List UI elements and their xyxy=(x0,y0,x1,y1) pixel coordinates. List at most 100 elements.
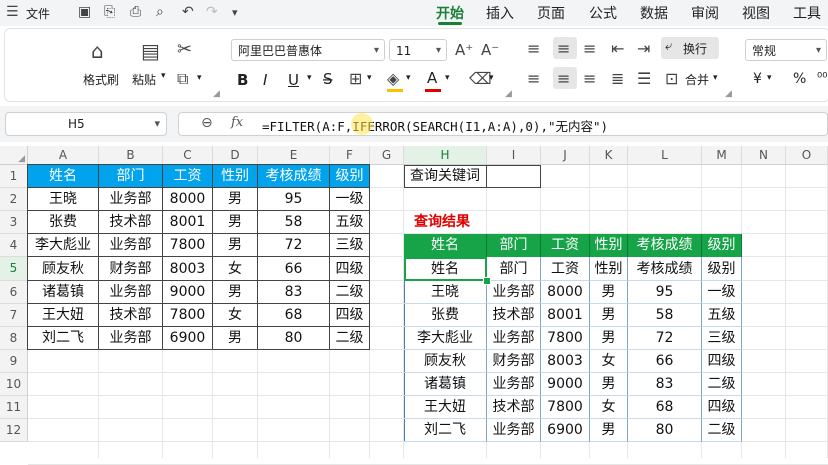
thousands-separator-button[interactable]: ⁰⁰ xyxy=(817,71,827,86)
result-cell[interactable]: 业务部 xyxy=(487,373,541,396)
row-header-5[interactable]: 5 xyxy=(0,257,28,281)
row-header-10[interactable]: 10 xyxy=(0,373,28,396)
result-header-cell[interactable]: 考核成绩 xyxy=(628,234,702,257)
row-header-8[interactable]: 8 xyxy=(0,327,28,350)
export-pdf-icon[interactable]: ⎘ xyxy=(104,4,115,20)
result-cell[interactable]: 95 xyxy=(628,281,702,304)
result-cell[interactable]: 83 xyxy=(628,373,702,396)
result-cell[interactable]: 四级 xyxy=(702,350,742,373)
menu-tab-2[interactable]: 页面 xyxy=(537,3,565,23)
menu-icon[interactable]: ☰ xyxy=(6,4,19,20)
source-header-cell[interactable]: 姓名 xyxy=(28,165,99,188)
print-icon[interactable]: ⎙ xyxy=(130,4,141,20)
source-cell[interactable]: 6900 xyxy=(163,327,213,350)
source-cell[interactable]: 五级 xyxy=(330,211,370,234)
result-cell[interactable]: 王大妞 xyxy=(404,396,487,419)
paste-button[interactable]: 粘贴 xyxy=(132,71,156,88)
result-cell[interactable]: 72 xyxy=(628,327,702,350)
align-center-icon[interactable]: ≡ xyxy=(557,69,570,88)
result-cell[interactable]: 四级 xyxy=(702,396,742,419)
column-header-N[interactable]: N xyxy=(742,146,786,165)
source-cell[interactable]: 女 xyxy=(213,257,258,281)
format-painter-button[interactable]: 格式刷 xyxy=(83,71,119,88)
column-header-M[interactable]: M xyxy=(702,146,742,165)
currency-button[interactable]: ¥ xyxy=(753,71,762,87)
source-cell[interactable]: 9000 xyxy=(163,281,213,304)
decrease-indent-icon[interactable]: ⇤ xyxy=(611,39,624,58)
result-cell[interactable]: 8000 xyxy=(541,281,590,304)
currency-dropdown-icon[interactable]: ▾ xyxy=(767,73,772,83)
result-cell[interactable]: 68 xyxy=(628,396,702,419)
result-cell[interactable]: 二级 xyxy=(702,373,742,396)
menu-tab-1[interactable]: 插入 xyxy=(486,3,514,23)
source-cell[interactable]: 男 xyxy=(213,281,258,304)
row-header-2[interactable]: 2 xyxy=(0,188,28,211)
result-cell[interactable]: 男 xyxy=(590,373,628,396)
borders-icon[interactable]: ⊞ xyxy=(349,69,362,88)
result-cell[interactable]: 级别 xyxy=(702,257,742,281)
fill-color-dropdown-icon[interactable]: ▾ xyxy=(406,73,411,83)
row-header-7[interactable]: 7 xyxy=(0,304,28,327)
row-header-9[interactable]: 9 xyxy=(0,350,28,373)
copy-icon[interactable]: ⧉ xyxy=(177,69,188,89)
result-cell[interactable]: 部门 xyxy=(487,257,541,281)
source-cell[interactable]: 业务部 xyxy=(99,327,163,350)
row-header-11[interactable]: 11 xyxy=(0,396,28,419)
bold-button[interactable]: B xyxy=(237,71,248,89)
source-cell[interactable]: 8000 xyxy=(163,188,213,211)
result-cell[interactable]: 性别 xyxy=(590,257,628,281)
redo-icon[interactable]: ↷ xyxy=(206,4,218,20)
result-cell[interactable]: 9000 xyxy=(541,373,590,396)
source-cell[interactable]: 业务部 xyxy=(99,281,163,304)
source-header-cell[interactable]: 级别 xyxy=(330,165,370,188)
align-middle-icon[interactable]: ≡ xyxy=(557,39,570,58)
result-cell[interactable]: 张费 xyxy=(404,304,487,327)
column-header-F[interactable]: F xyxy=(330,146,370,165)
source-cell[interactable]: 8001 xyxy=(163,211,213,234)
source-cell[interactable]: 58 xyxy=(258,211,330,234)
font-size-select[interactable]: 11 ▾ xyxy=(389,39,447,61)
source-cell[interactable]: 顾友秋 xyxy=(28,257,99,281)
result-header-cell[interactable]: 性别 xyxy=(590,234,628,257)
result-cell[interactable]: 三级 xyxy=(702,327,742,350)
result-cell[interactable]: 6900 xyxy=(541,419,590,442)
increase-indent-icon[interactable]: ⇥ xyxy=(637,39,650,58)
result-cell[interactable]: 58 xyxy=(628,304,702,327)
row-header-4[interactable]: 4 xyxy=(0,234,28,257)
underline-dropdown-icon[interactable]: ▾ xyxy=(307,73,312,83)
source-cell[interactable]: 诸葛镇 xyxy=(28,281,99,304)
result-cell[interactable]: 二级 xyxy=(702,419,742,442)
result-cell[interactable]: 7800 xyxy=(541,396,590,419)
result-title[interactable]: 查询结果 xyxy=(404,211,487,234)
source-cell[interactable]: 王晓 xyxy=(28,188,99,211)
result-cell[interactable]: 技术部 xyxy=(487,304,541,327)
cut-icon[interactable]: ✂ xyxy=(177,39,192,60)
source-cell[interactable]: 三级 xyxy=(330,234,370,257)
result-cell[interactable]: 女 xyxy=(590,396,628,419)
source-header-cell[interactable]: 考核成绩 xyxy=(258,165,330,188)
percent-button[interactable]: % xyxy=(793,71,806,87)
result-cell[interactable]: 男 xyxy=(590,327,628,350)
insert-function-icon[interactable]: fx xyxy=(231,115,243,130)
source-cell[interactable]: 二级 xyxy=(330,327,370,350)
source-cell[interactable]: 8003 xyxy=(163,257,213,281)
paste-icon[interactable]: ▤ xyxy=(141,39,160,63)
result-header-cell[interactable]: 部门 xyxy=(487,234,541,257)
source-cell[interactable]: 男 xyxy=(213,211,258,234)
menu-tab-5[interactable]: 审阅 xyxy=(691,3,719,23)
source-cell[interactable]: 技术部 xyxy=(99,304,163,327)
fill-color-icon[interactable]: ◈ xyxy=(387,69,399,88)
query-label[interactable]: 查询关键词 xyxy=(404,165,487,188)
print-preview-icon[interactable]: ⌕ xyxy=(156,4,164,20)
result-cell[interactable]: 8003 xyxy=(541,350,590,373)
source-cell[interactable]: 95 xyxy=(258,188,330,211)
source-cell[interactable]: 80 xyxy=(258,327,330,350)
select-all-corner[interactable]: ◢ xyxy=(0,146,28,165)
column-header-A[interactable]: A xyxy=(28,146,99,165)
borders-dropdown-icon[interactable]: ▾ xyxy=(367,73,372,83)
source-cell[interactable]: 男 xyxy=(213,327,258,350)
fill-handle[interactable] xyxy=(483,277,491,285)
row-header-1[interactable]: 1 xyxy=(0,165,28,188)
result-cell[interactable]: 男 xyxy=(590,281,628,304)
wrap-text-button[interactable]: ⤶ 换行 xyxy=(661,37,719,59)
